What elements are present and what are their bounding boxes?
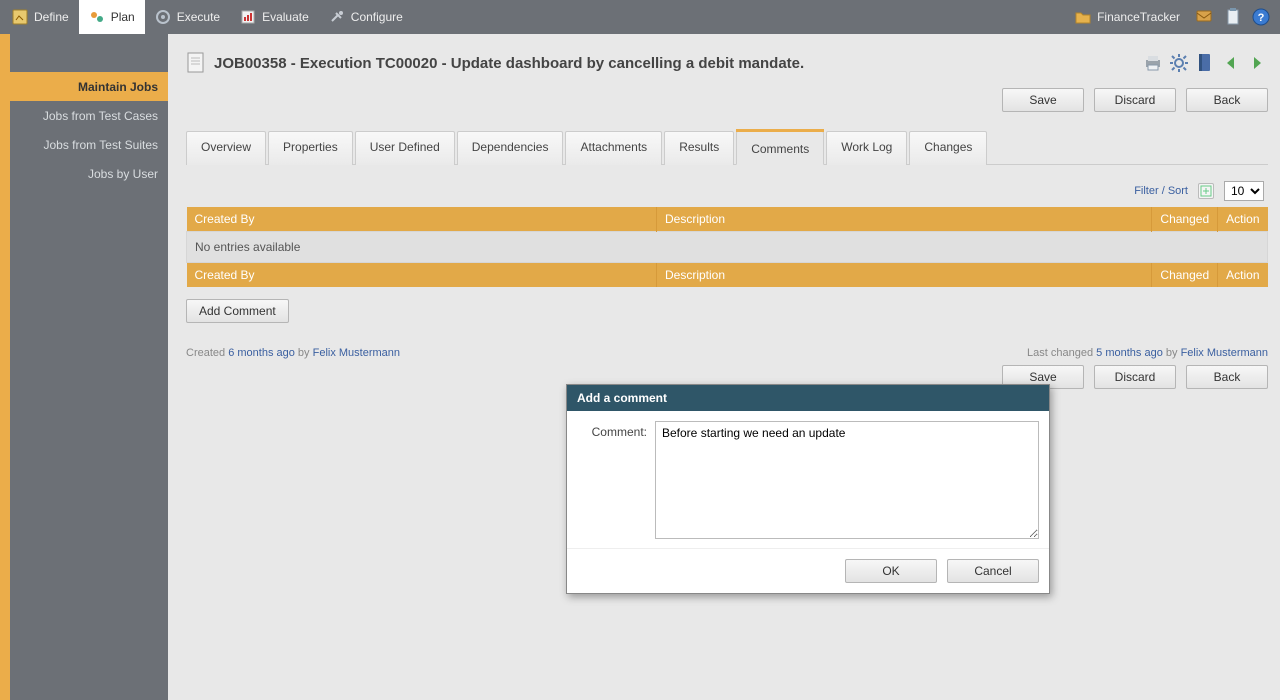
tab-bar: Overview Properties User Defined Depende… (186, 130, 1268, 165)
sidebar-accent-strip (0, 34, 10, 700)
empty-message: No entries available (187, 232, 1268, 263)
topnav-define[interactable]: Define (2, 0, 79, 34)
comment-field-label: Comment: (577, 421, 647, 542)
changed-meta: Last changed 5 months ago by Felix Muste… (1027, 347, 1268, 359)
add-comment-button[interactable]: Add Comment (186, 299, 289, 323)
topnav-label: Execute (177, 10, 220, 24)
save-button[interactable]: Save (1002, 88, 1084, 112)
topnav-evaluate[interactable]: Evaluate (230, 0, 319, 34)
sidebar: Maintain Jobs Jobs from Test Cases Jobs … (10, 34, 168, 700)
topnav-label: Plan (111, 10, 135, 24)
arrow-left-icon[interactable] (1220, 52, 1242, 74)
content-area: JOB00358 - Execution TC00020 - Update da… (168, 34, 1280, 700)
created-by-word: by (298, 347, 310, 359)
tab-work-log[interactable]: Work Log (826, 131, 907, 165)
sidebar-item-label: Jobs from Test Cases (43, 109, 158, 123)
created-meta: Created 6 months ago by Felix Mustermann (186, 347, 400, 359)
meta-row: Created 6 months ago by Felix Mustermann… (186, 347, 1268, 359)
svg-text:?: ? (1258, 12, 1265, 24)
tab-overview[interactable]: Overview (186, 131, 266, 165)
sidebar-item-jobs-from-test-cases[interactable]: Jobs from Test Cases (10, 101, 168, 130)
help-icon[interactable]: ? (1250, 6, 1272, 28)
book-icon[interactable] (1194, 52, 1216, 74)
changed-user-link[interactable]: Felix Mustermann (1181, 347, 1268, 359)
arrow-right-icon[interactable] (1246, 52, 1268, 74)
document-icon (186, 52, 206, 74)
topnav-label: Configure (351, 10, 403, 24)
discard-button[interactable]: Discard (1094, 88, 1176, 112)
created-time-link[interactable]: 6 months ago (228, 347, 295, 359)
tab-results[interactable]: Results (664, 131, 734, 165)
column-description-footer[interactable]: Description (657, 263, 1152, 288)
dialog-title: Add a comment (567, 385, 1049, 411)
topnav-label: Evaluate (262, 10, 309, 24)
filter-sort-link[interactable]: Filter / Sort (1134, 185, 1188, 197)
back-button[interactable]: Back (1186, 88, 1268, 112)
column-action[interactable]: Action (1218, 207, 1268, 232)
comments-toolbar: Filter / Sort 10 (186, 181, 1268, 207)
table-empty-row: No entries available (187, 232, 1268, 263)
top-menu-bar: Define Plan Execute Evaluate Configure F… (0, 0, 1280, 34)
evaluate-icon (240, 9, 256, 25)
page-header-tools (1142, 52, 1268, 74)
tab-comments[interactable]: Comments (736, 131, 824, 165)
sidebar-item-maintain-jobs[interactable]: Maintain Jobs (10, 72, 168, 101)
column-created-by[interactable]: Created By (187, 207, 657, 232)
plan-icon (89, 9, 105, 25)
back-button-bottom[interactable]: Back (1186, 365, 1268, 389)
project-selector[interactable]: FinanceTracker (1067, 8, 1188, 26)
dialog-ok-button[interactable]: OK (845, 559, 937, 583)
sidebar-item-label: Jobs from Test Suites (44, 138, 159, 152)
tab-changes[interactable]: Changes (909, 131, 987, 165)
tab-user-defined[interactable]: User Defined (355, 131, 455, 165)
changed-prefix: Last changed (1027, 347, 1093, 359)
dialog-footer: OK Cancel (567, 548, 1049, 593)
tab-dependencies[interactable]: Dependencies (457, 131, 564, 165)
page-title: JOB00358 - Execution TC00020 - Update da… (214, 55, 1134, 72)
comment-textarea[interactable] (655, 421, 1039, 539)
comments-panel: Filter / Sort 10 Created By Descript (186, 165, 1268, 323)
column-action-footer[interactable]: Action (1218, 263, 1268, 288)
column-created-by-footer[interactable]: Created By (187, 263, 657, 288)
created-user-link[interactable]: Felix Mustermann (313, 347, 400, 359)
tabs-container: Overview Properties User Defined Depende… (186, 130, 1268, 323)
export-icon[interactable] (1198, 183, 1214, 199)
topnav-label: Define (34, 10, 69, 24)
add-comment-dialog: Add a comment Comment: OK Cancel (566, 384, 1050, 594)
print-icon[interactable] (1142, 52, 1164, 74)
project-label: FinanceTracker (1097, 10, 1180, 24)
changed-time-link[interactable]: 5 months ago (1096, 347, 1163, 359)
tab-attachments[interactable]: Attachments (565, 131, 662, 165)
clipboard-icon[interactable] (1222, 6, 1244, 28)
add-comment-row: Add Comment (186, 299, 1268, 323)
topnav-execute[interactable]: Execute (145, 0, 230, 34)
created-prefix: Created (186, 347, 225, 359)
page-header: JOB00358 - Execution TC00020 - Update da… (186, 52, 1268, 74)
topnav-plan[interactable]: Plan (79, 0, 145, 34)
tab-properties[interactable]: Properties (268, 131, 353, 165)
define-icon (12, 9, 28, 25)
gear-icon[interactable] (1168, 52, 1190, 74)
sidebar-item-label: Jobs by User (88, 167, 158, 181)
column-changed-footer[interactable]: Changed (1152, 263, 1218, 288)
execute-icon (155, 9, 171, 25)
messages-icon[interactable] (1194, 6, 1216, 28)
top-action-row: Save Discard Back (186, 88, 1268, 112)
folder-icon (1075, 10, 1091, 24)
main-layout: Maintain Jobs Jobs from Test Cases Jobs … (0, 34, 1280, 700)
page-size-select[interactable]: 10 (1224, 181, 1264, 201)
topnav-configure[interactable]: Configure (319, 0, 413, 34)
sidebar-item-jobs-from-test-suites[interactable]: Jobs from Test Suites (10, 130, 168, 159)
dialog-cancel-button[interactable]: Cancel (947, 559, 1039, 583)
changed-by-word: by (1166, 347, 1178, 359)
topbar-right: FinanceTracker ? (1067, 0, 1278, 34)
column-description[interactable]: Description (657, 207, 1152, 232)
dialog-body: Comment: (567, 411, 1049, 548)
configure-icon (329, 9, 345, 25)
comments-table: Created By Description Changed Action No… (186, 207, 1268, 287)
discard-button-bottom[interactable]: Discard (1094, 365, 1176, 389)
column-changed[interactable]: Changed (1152, 207, 1218, 232)
sidebar-item-label: Maintain Jobs (78, 80, 158, 94)
sidebar-item-jobs-by-user[interactable]: Jobs by User (10, 159, 168, 188)
